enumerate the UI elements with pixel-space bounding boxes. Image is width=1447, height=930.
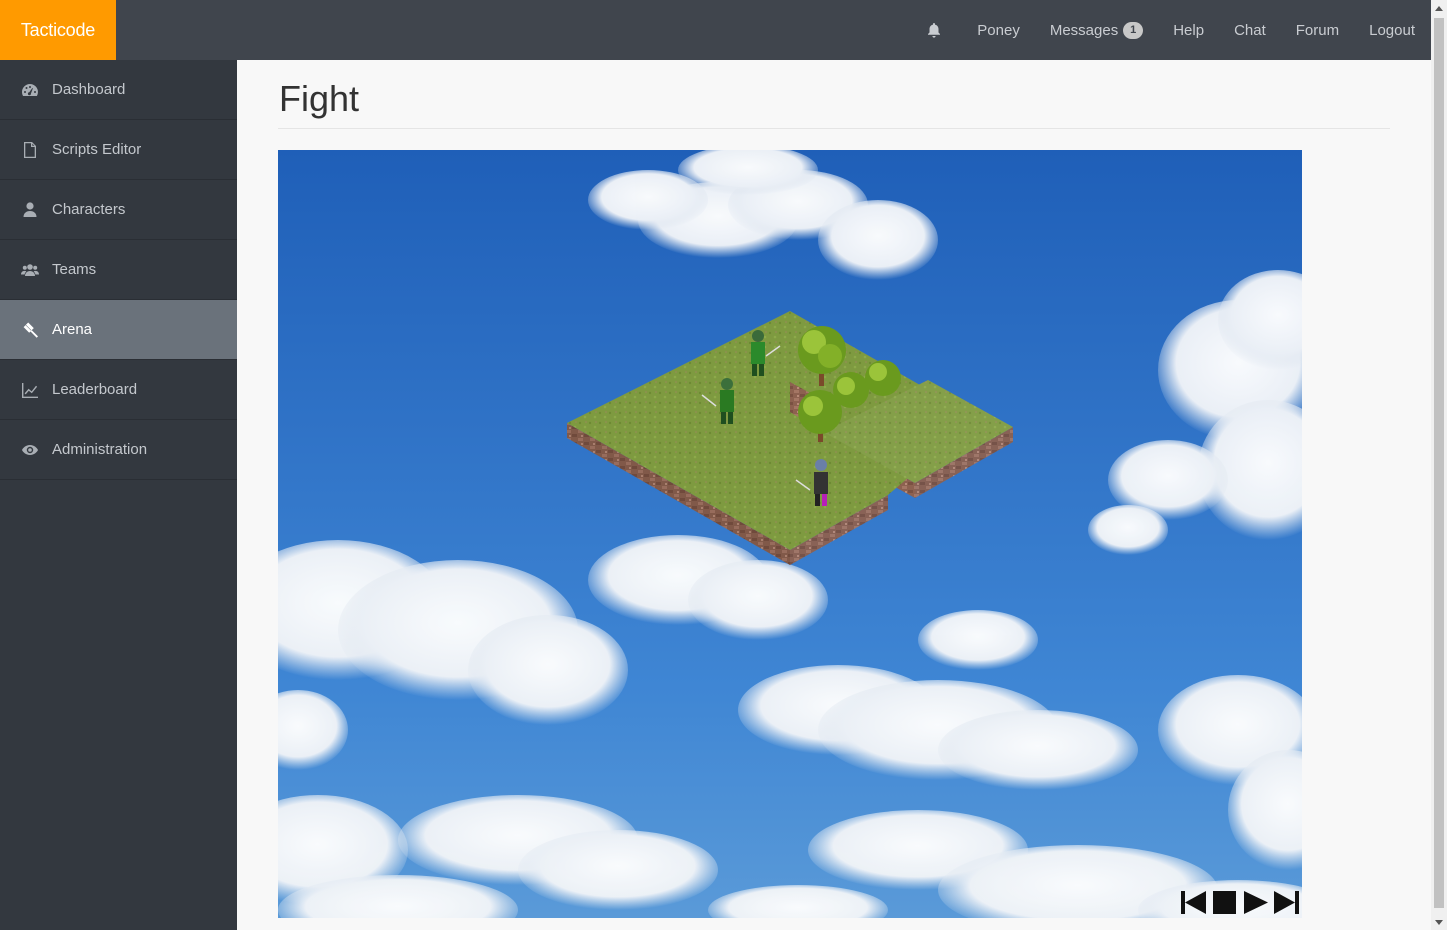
sidebar: Dashboard Scripts Editor Characters Team… [0,60,237,930]
sidebar-item-label: Characters [52,201,126,218]
messages-label: Messages [1049,21,1119,39]
forum-link[interactable]: Forum [1296,22,1339,39]
users-icon [20,260,40,280]
logout-link[interactable]: Logout [1369,22,1415,39]
arena-island [567,311,1013,565]
scroll-thumb[interactable] [1434,18,1444,908]
sidebar-item-dashboard[interactable]: Dashboard [0,60,237,120]
stop-icon [1213,891,1236,914]
chart-icon [20,380,40,400]
stop-button[interactable] [1211,889,1238,916]
messages-count-badge: 1 [1123,21,1144,39]
top-nav: Poney Messages 1 Help Chat Forum Logout [927,0,1415,60]
sidebar-item-label: Teams [52,261,97,278]
title-divider [278,128,1390,129]
skip-to-end-button[interactable] [1273,889,1300,916]
user-icon [20,200,40,220]
dashboard-icon [20,80,40,100]
user-menu[interactable]: Poney [977,22,1020,39]
bell-icon [928,22,941,38]
arena-canvas[interactable] [278,150,1302,918]
main-content: Fight [237,60,1431,930]
sidebar-item-arena[interactable]: Arena [0,300,237,360]
play-icon [1244,891,1268,914]
help-link[interactable]: Help [1173,22,1204,39]
sidebar-item-leaderboard[interactable]: Leaderboard [0,360,237,420]
arena-scene [278,150,1302,918]
sidebar-item-label: Dashboard [52,81,126,98]
sidebar-item-label: Administration [52,441,148,458]
top-navbar: Tacticode Poney Messages 1 Help Chat For… [0,0,1431,60]
sidebar-item-characters[interactable]: Characters [0,180,237,240]
scroll-up-arrow[interactable] [1431,0,1447,16]
sidebar-item-label: Leaderboard [52,381,138,398]
page-scrollbar[interactable] [1431,0,1447,930]
sidebar-item-label: Scripts Editor [52,141,142,158]
scroll-down-arrow[interactable] [1431,914,1447,930]
sidebar-item-teams[interactable]: Teams [0,240,237,300]
sidebar-item-label: Arena [52,321,93,338]
sidebar-item-administration[interactable]: Administration [0,420,237,480]
messages-link[interactable]: Messages 1 [1049,21,1144,39]
page-title: Fight [279,78,360,119]
skip-to-start-button[interactable] [1180,889,1207,916]
skip-to-start-icon [1181,891,1206,914]
playback-controls [1180,889,1300,916]
gavel-icon [20,320,40,340]
caret-down-icon [1435,919,1443,925]
sidebar-item-scripts-editor[interactable]: Scripts Editor [0,120,237,180]
caret-up-icon [1435,5,1443,11]
skip-to-end-icon [1274,891,1299,914]
chat-link[interactable]: Chat [1234,22,1266,39]
notifications-bell[interactable] [927,22,941,38]
brand-logo[interactable]: Tacticode [0,0,116,60]
eye-icon [20,440,40,460]
file-icon [20,140,40,160]
play-button[interactable] [1242,889,1269,916]
